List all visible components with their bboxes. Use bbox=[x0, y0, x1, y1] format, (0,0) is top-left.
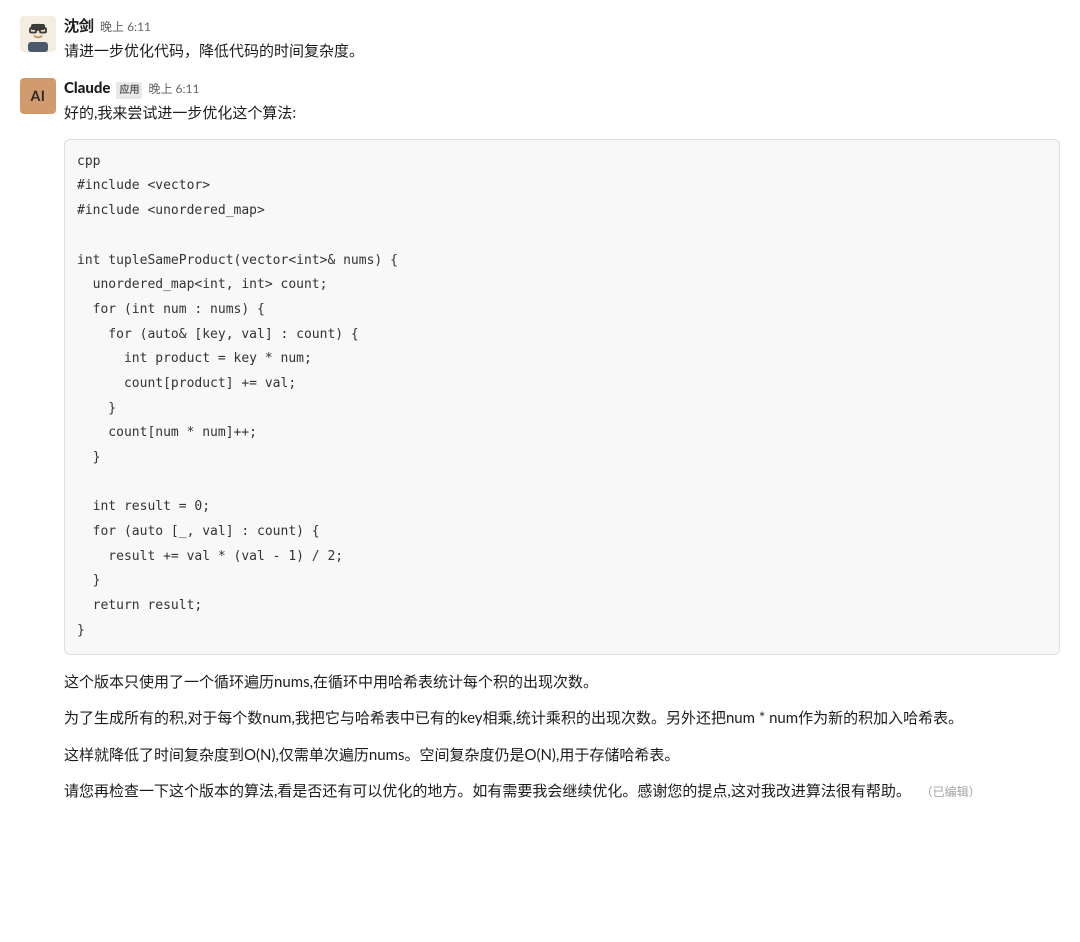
edited-label: （已编辑） bbox=[921, 784, 981, 799]
sender-name[interactable]: Claude bbox=[64, 78, 110, 100]
message-content: Claude 应用 晚上 6:11 好的,我来尝试进一步优化这个算法: cpp … bbox=[64, 78, 1060, 802]
user-avatar-icon bbox=[20, 16, 56, 52]
sender-name[interactable]: 沈剑 bbox=[64, 16, 94, 38]
claude-logo-icon: AI bbox=[31, 86, 46, 106]
paragraph: 这样就降低了时间复杂度到O(N),仅需单次遍历nums。空间复杂度仍是O(N),… bbox=[64, 744, 1060, 767]
message-claude: AI Claude 应用 晚上 6:11 好的,我来尝试进一步优化这个算法: c… bbox=[20, 72, 1060, 808]
message-user: 沈剑 晚上 6:11 请进一步优化代码，降低代码的时间复杂度。 bbox=[20, 10, 1060, 68]
paragraph: 请您再检查一下这个版本的算法,看是否还有可以优化的地方。如有需要我会继续优化。感… bbox=[64, 780, 1060, 803]
message-header: 沈剑 晚上 6:11 bbox=[64, 16, 1060, 38]
intro-text: 好的,我来尝试进一步优化这个算法: bbox=[64, 102, 1060, 125]
avatar[interactable] bbox=[20, 16, 56, 52]
app-badge: 应用 bbox=[116, 82, 142, 99]
timestamp[interactable]: 晚上 6:11 bbox=[100, 18, 151, 36]
code-block[interactable]: cpp #include <vector> #include <unordere… bbox=[64, 139, 1060, 655]
avatar[interactable]: AI bbox=[20, 78, 56, 114]
message-text: 请进一步优化代码，降低代码的时间复杂度。 bbox=[64, 42, 364, 60]
message-body: 请进一步优化代码，降低代码的时间复杂度。 bbox=[64, 40, 1060, 63]
paragraph: 为了生成所有的积,对于每个数num,我把它与哈希表中已有的key相乘,统计乘积的… bbox=[64, 707, 1060, 730]
message-content: 沈剑 晚上 6:11 请进一步优化代码，降低代码的时间复杂度。 bbox=[64, 16, 1060, 62]
message-body: 好的,我来尝试进一步优化这个算法: cpp #include <vector> … bbox=[64, 102, 1060, 802]
final-text: 请您再检查一下这个版本的算法,看是否还有可以优化的地方。如有需要我会继续优化。感… bbox=[64, 782, 911, 800]
paragraph: 这个版本只使用了一个循环遍历nums,在循环中用哈希表统计每个积的出现次数。 bbox=[64, 671, 1060, 694]
message-header: Claude 应用 晚上 6:11 bbox=[64, 78, 1060, 100]
timestamp[interactable]: 晚上 6:11 bbox=[148, 80, 199, 98]
